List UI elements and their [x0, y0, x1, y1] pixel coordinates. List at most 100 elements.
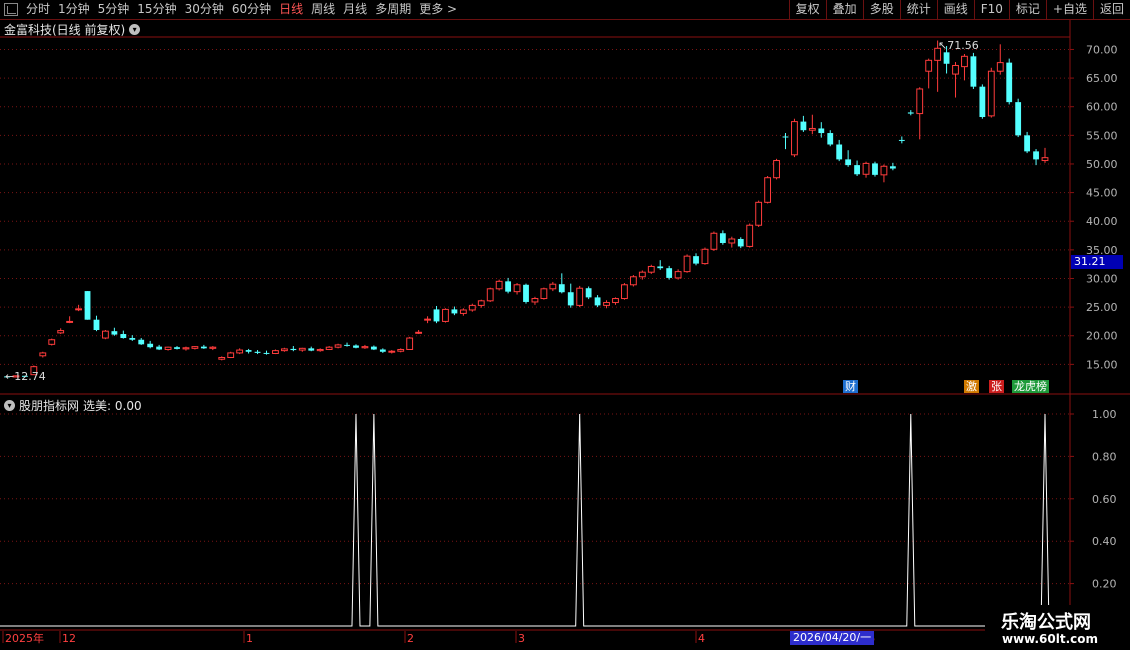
indicator-tick-label: 1.00 — [1092, 408, 1117, 421]
period-tab-7[interactable]: 周线 — [307, 0, 339, 19]
candle-body — [227, 352, 235, 358]
toolbar-button-6[interactable]: 标记 — [1008, 0, 1046, 19]
chart-canvas[interactable]: 70.0065.0060.0055.0050.0045.0040.0035.00… — [0, 0, 1130, 650]
candle — [505, 277, 512, 294]
candle-body — [621, 284, 628, 300]
candle — [361, 344, 369, 349]
window-toggle-icon[interactable] — [4, 3, 18, 16]
toolbar-button-5[interactable]: F10 — [973, 0, 1009, 19]
grid-lines — [0, 20, 1130, 631]
candle-body — [406, 337, 414, 350]
candle-body — [880, 165, 888, 176]
time-tick-label: 3 — [518, 632, 525, 645]
candle — [245, 348, 252, 354]
candle — [827, 130, 834, 147]
candle — [1033, 149, 1039, 166]
candle-body — [344, 344, 350, 346]
candle-body — [683, 255, 691, 273]
candle-body — [513, 284, 521, 293]
time-tick-label: 2025年 — [5, 631, 44, 645]
period-tab-9[interactable]: 多周期 — [371, 0, 415, 19]
period-tab-6[interactable]: 日线 — [275, 0, 307, 19]
candle-body — [120, 334, 127, 339]
candle-body — [872, 163, 878, 175]
candle-body — [719, 233, 726, 243]
candle — [916, 87, 924, 140]
indicator-name: 股朋指标网 — [19, 399, 80, 413]
candle-body — [361, 346, 369, 349]
cursor-date-tag: 2026/04/20/一 — [790, 631, 875, 645]
candle-body — [567, 292, 574, 306]
candle-body — [907, 112, 914, 114]
toolbar-button-1[interactable]: 叠加 — [825, 0, 863, 19]
badge-limit-up[interactable]: 张 — [989, 380, 1004, 393]
candle — [612, 297, 619, 305]
candle-body — [728, 238, 736, 244]
candlestick-series — [4, 40, 1049, 378]
candle-body — [93, 319, 100, 331]
period-tab-3[interactable]: 15分钟 — [133, 0, 180, 19]
candle-body — [451, 309, 458, 314]
toolbar-button-0[interactable]: 复权 — [788, 0, 826, 19]
period-tab-0[interactable]: 分时 — [22, 0, 54, 19]
toolbar-button-7[interactable]: +自选 — [1045, 0, 1093, 19]
candle — [540, 287, 548, 300]
candle — [549, 281, 557, 292]
candle-body — [987, 70, 995, 117]
candle — [791, 118, 798, 158]
candle-body — [827, 133, 834, 145]
price-axis: 70.0065.0060.0055.0050.0045.0040.0035.00… — [1070, 43, 1118, 591]
toolbar-button-3[interactable]: 统计 — [899, 0, 937, 19]
price-tick-label: 60.00 — [1086, 101, 1118, 114]
top-toolbar: 分时 1分钟 5分钟 15分钟 30分钟 60分钟 日线 周线 月线 多周期 更多 > 复权 叠加 多股… — [0, 0, 1130, 20]
period-tab-1[interactable]: 1分钟 — [54, 0, 94, 19]
watermark-url: www.60lt.com — [1002, 632, 1099, 646]
candle-body — [111, 331, 118, 335]
candle — [459, 308, 467, 316]
candle — [862, 161, 870, 178]
period-tab-2[interactable]: 5分钟 — [94, 0, 134, 19]
candle — [719, 230, 726, 245]
candle — [379, 348, 386, 353]
candle-body — [836, 144, 843, 160]
time-tick-label: 2 — [407, 632, 414, 645]
period-tab-4[interactable]: 30分钟 — [181, 0, 228, 19]
period-tab-5[interactable]: 60分钟 — [228, 0, 275, 19]
candle — [415, 330, 423, 335]
candle-body — [925, 59, 933, 72]
candle-body — [209, 346, 217, 349]
period-tab-10[interactable]: 更多 > — [415, 0, 461, 19]
candle — [952, 62, 959, 98]
candle-body — [75, 308, 82, 311]
candle-body — [773, 160, 780, 179]
candle — [782, 133, 789, 150]
badge-finance[interactable]: 财 — [843, 380, 858, 393]
toolbar-button-8[interactable]: 返回 — [1092, 0, 1130, 19]
badge-active[interactable]: 激 — [964, 380, 979, 393]
candle-body — [818, 128, 825, 134]
candle — [200, 344, 207, 349]
candle — [209, 346, 217, 351]
candle — [388, 350, 396, 354]
badge-dragon-tiger[interactable]: 龙虎榜 — [1012, 380, 1049, 393]
price-tick-label: 30.00 — [1086, 272, 1118, 285]
candle — [138, 338, 145, 345]
candle — [84, 291, 91, 320]
candle-body — [603, 302, 610, 306]
candle-body — [638, 271, 646, 278]
stock-title: 金富科技(日线 前复权) — [4, 23, 126, 37]
candle-body — [979, 86, 986, 118]
candle-body — [325, 346, 333, 350]
candle — [290, 346, 297, 352]
candle — [218, 356, 226, 361]
chevron-down-icon[interactable]: ▾ — [129, 24, 141, 35]
chevron-down-icon[interactable]: ▾ — [4, 400, 15, 411]
toolbar-button-2[interactable]: 多股 — [862, 0, 900, 19]
candle — [576, 285, 584, 308]
candle-body — [701, 248, 709, 265]
candle-body — [66, 320, 74, 323]
candle — [603, 300, 610, 309]
candle-body — [424, 318, 431, 321]
toolbar-button-4[interactable]: 画线 — [936, 0, 974, 19]
period-tab-8[interactable]: 月线 — [339, 0, 371, 19]
